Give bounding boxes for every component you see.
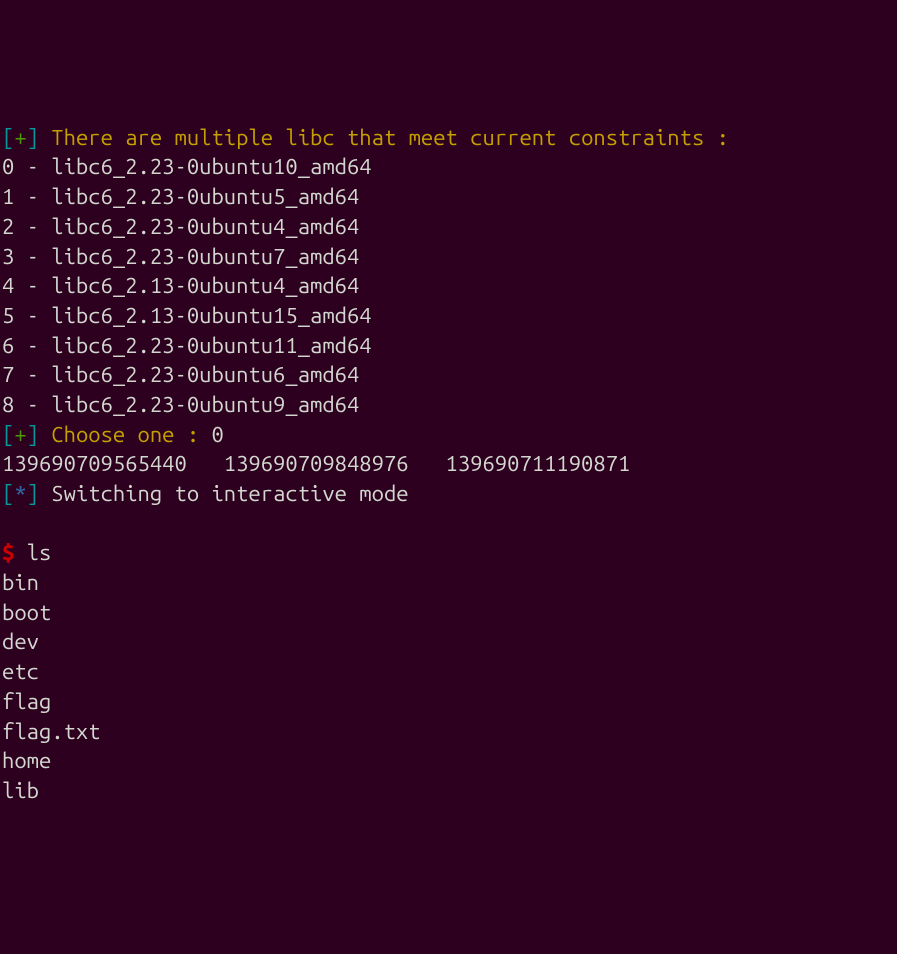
plus-icon: + <box>14 422 26 447</box>
choose-label: Choose one : <box>39 422 211 447</box>
libc-index: 2 <box>2 214 14 239</box>
star-icon: * <box>14 481 26 506</box>
libc-item: 8 - libc6_2.23-0ubuntu9_amd64 <box>2 390 895 420</box>
libc-index: 1 <box>2 184 14 209</box>
libc-name: libc6_2.13-0ubuntu4_amd64 <box>51 273 359 298</box>
ls-entry: home <box>2 746 895 776</box>
libc-item: 7 - libc6_2.23-0ubuntu6_amd64 <box>2 360 895 390</box>
switching-message: Switching to interactive mode <box>39 481 409 506</box>
numbers-line: 139690709565440 139690709848976 13969071… <box>2 449 895 479</box>
libc-index: 5 <box>2 303 14 328</box>
blank-line <box>2 509 895 539</box>
bracket-open: [ <box>2 125 14 150</box>
choose-line: [+] Choose one : 0 <box>2 420 895 450</box>
ls-entry: boot <box>2 598 895 628</box>
ls-entry: flag <box>2 687 895 717</box>
libc-name: libc6_2.23-0ubuntu4_amd64 <box>51 214 359 239</box>
bracket-close: ] <box>27 481 39 506</box>
ls-entry: bin <box>2 568 895 598</box>
terminal-output: [+] There are multiple libc that meet cu… <box>2 123 895 806</box>
libc-name: libc6_2.23-0ubuntu10_amd64 <box>51 154 371 179</box>
libc-name: libc6_2.23-0ubuntu9_amd64 <box>51 392 359 417</box>
libc-item: 1 - libc6_2.23-0ubuntu5_amd64 <box>2 182 895 212</box>
libc-item: 4 - libc6_2.13-0ubuntu4_amd64 <box>2 271 895 301</box>
libc-index: 6 <box>2 333 14 358</box>
shell-line[interactable]: $ ls <box>2 538 895 568</box>
libc-item: 2 - libc6_2.23-0ubuntu4_amd64 <box>2 212 895 242</box>
ls-entry: etc <box>2 657 895 687</box>
libc-item: 6 - libc6_2.23-0ubuntu11_amd64 <box>2 331 895 361</box>
libc-name: libc6_2.23-0ubuntu7_amd64 <box>51 244 359 269</box>
ls-entry: dev <box>2 627 895 657</box>
libc-name: libc6_2.23-0ubuntu11_amd64 <box>51 333 371 358</box>
ls-entry: flag.txt <box>2 717 895 747</box>
libc-index: 0 <box>2 154 14 179</box>
ls-entry: lib <box>2 776 895 806</box>
bracket-open: [ <box>2 422 14 447</box>
libc-index: 8 <box>2 392 14 417</box>
libc-index: 7 <box>2 362 14 387</box>
header-message: There are multiple libc that meet curren… <box>39 125 729 150</box>
libc-name: libc6_2.13-0ubuntu15_amd64 <box>51 303 371 328</box>
libc-index: 3 <box>2 244 14 269</box>
libc-item: 3 - libc6_2.23-0ubuntu7_amd64 <box>2 242 895 272</box>
choose-value: 0 <box>211 422 223 447</box>
bracket-close: ] <box>27 125 39 150</box>
bracket-open: [ <box>2 481 14 506</box>
libc-name: libc6_2.23-0ubuntu5_amd64 <box>51 184 359 209</box>
shell-command: ls <box>14 540 51 565</box>
libc-index: 4 <box>2 273 14 298</box>
libc-item: 5 - libc6_2.13-0ubuntu15_amd64 <box>2 301 895 331</box>
libc-name: libc6_2.23-0ubuntu6_amd64 <box>51 362 359 387</box>
plus-icon: + <box>14 125 26 150</box>
bracket-close: ] <box>27 422 39 447</box>
header-line: [+] There are multiple libc that meet cu… <box>2 123 895 153</box>
libc-item: 0 - libc6_2.23-0ubuntu10_amd64 <box>2 152 895 182</box>
shell-prompt: $ <box>2 540 14 565</box>
switching-line: [*] Switching to interactive mode <box>2 479 895 509</box>
